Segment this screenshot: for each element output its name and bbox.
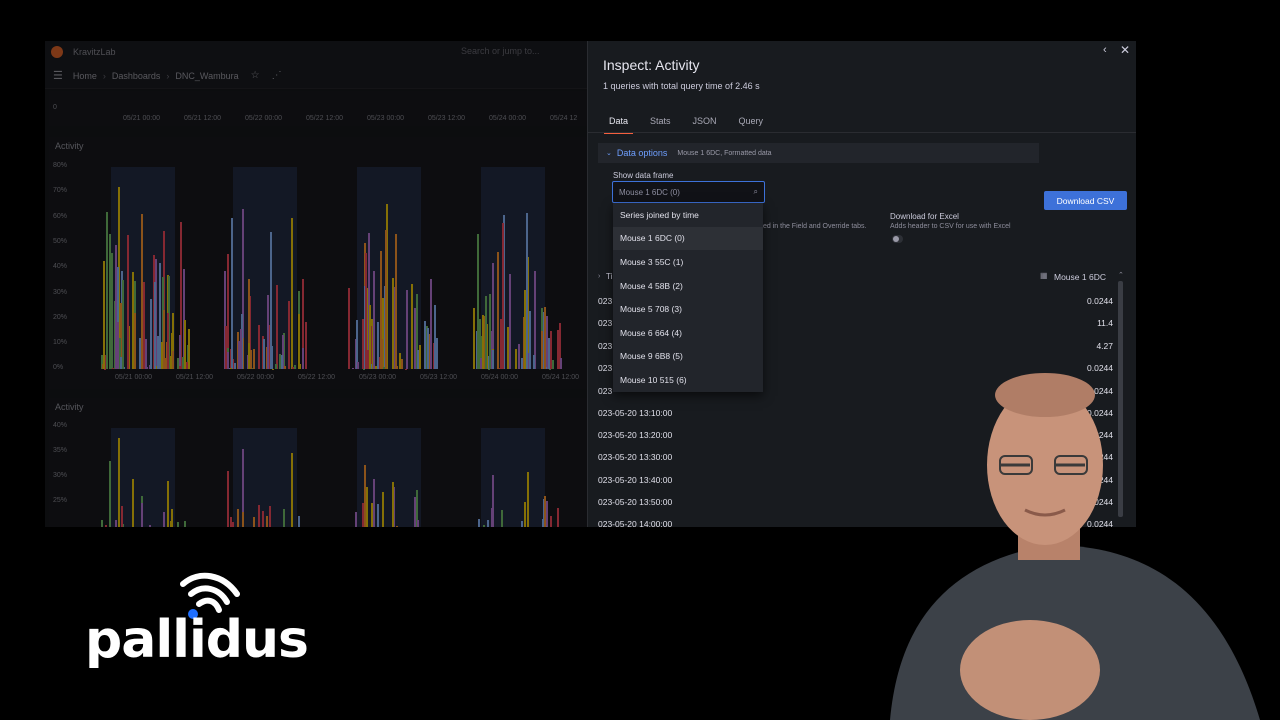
data-frame-select-value: Mouse 1 6DC (0) (619, 187, 680, 197)
tab-json[interactable]: JSON (682, 111, 728, 133)
row-time: 023-05-20 13:50:00 (598, 497, 673, 507)
dropdown-option[interactable]: Mouse 1 6DC (0) (613, 226, 763, 251)
data-frame-dropdown: Series joined by time Mouse 1 6DC (0) Mous… (613, 203, 763, 392)
row-value: 11.4 (1097, 318, 1113, 328)
row-time: 023-05-20 14:00:00 (598, 519, 673, 527)
show-data-frame-label: Show data frame (613, 171, 674, 180)
field-hint: ed in the Field and Override tabs. (763, 223, 867, 230)
dropdown-option[interactable]: Series joined by time (613, 203, 763, 227)
screen: KravitzLab Search or jump to... ☰ Home ›… (0, 0, 1280, 720)
brand-logo: pallidus (85, 570, 309, 670)
close-icon[interactable]: ✕ (1120, 43, 1130, 57)
dropdown-option[interactable]: Mouse 3 55C (1) (613, 250, 763, 274)
dropdown-option[interactable]: Mouse 10 515 (6) (613, 368, 763, 392)
tab-stats[interactable]: Stats (639, 111, 682, 133)
data-frame-select[interactable]: Mouse 1 6DC (0) ⌕ (612, 181, 765, 203)
row-time: 023 (598, 341, 613, 351)
brand-name: pallidus (85, 610, 309, 670)
divider (588, 132, 1136, 133)
row-time: 023 (598, 318, 613, 328)
row-time: 023-05-20 13:10:00 (598, 408, 673, 418)
excel-label: Download for Excel (890, 212, 959, 221)
inspect-tabs: Data Stats JSON Query (598, 111, 775, 134)
excel-description: Adds header to CSV for use with Excel (890, 223, 1011, 230)
drawer-title: Inspect: Activity (603, 57, 700, 73)
tab-data[interactable]: Data (598, 111, 639, 134)
excel-toggle[interactable] (892, 235, 903, 243)
dropdown-option[interactable]: Mouse 5 708 (3) (613, 297, 763, 321)
row-time: 023 (598, 296, 613, 306)
tab-query[interactable]: Query (728, 111, 775, 133)
dropdown-option[interactable]: Mouse 6 664 (4) (613, 321, 763, 345)
sort-icon[interactable]: ⌃ (1118, 271, 1124, 279)
download-csv-button[interactable]: Download CSV (1044, 191, 1127, 210)
dropdown-option[interactable]: Mouse 9 6B8 (5) (613, 345, 763, 369)
drawer-subtitle: 1 queries with total query time of 2.46 … (603, 81, 760, 91)
data-options-summary: Mouse 1 6DC, Formatted data (677, 149, 772, 157)
dashboard-background: KravitzLab Search or jump to... ☰ Home ›… (45, 41, 590, 527)
chevron-right-icon[interactable]: › (598, 273, 600, 280)
row-value: 0.0244 (1087, 296, 1113, 306)
row-time: 023-05-20 13:30:00 (598, 452, 673, 462)
data-options-label: Data options (616, 148, 668, 158)
modal-backdrop[interactable] (45, 41, 590, 527)
value-column-header[interactable]: Mouse 1 6DC (1054, 272, 1106, 282)
data-options-toggle[interactable]: ⌄ Data options Mouse 1 6DC, Formatted da… (598, 143, 1039, 163)
dropdown-option[interactable]: Mouse 4 58B (2) (613, 274, 763, 298)
row-time: 023 (598, 363, 613, 373)
row-time: 023 (598, 386, 613, 396)
row-time: 023-05-20 13:40:00 (598, 475, 673, 485)
chevron-left-icon[interactable]: ‹ (1103, 44, 1107, 56)
search-icon: ⌕ (753, 187, 758, 196)
presenter-webcam (890, 373, 1260, 720)
chevron-down-icon: ⌄ (606, 150, 612, 157)
table-icon: ▦ (1040, 271, 1048, 280)
row-time: 023-05-20 13:20:00 (598, 430, 673, 440)
row-value: 4.27 (1096, 341, 1113, 351)
time-column-header[interactable]: Ti (606, 272, 612, 281)
